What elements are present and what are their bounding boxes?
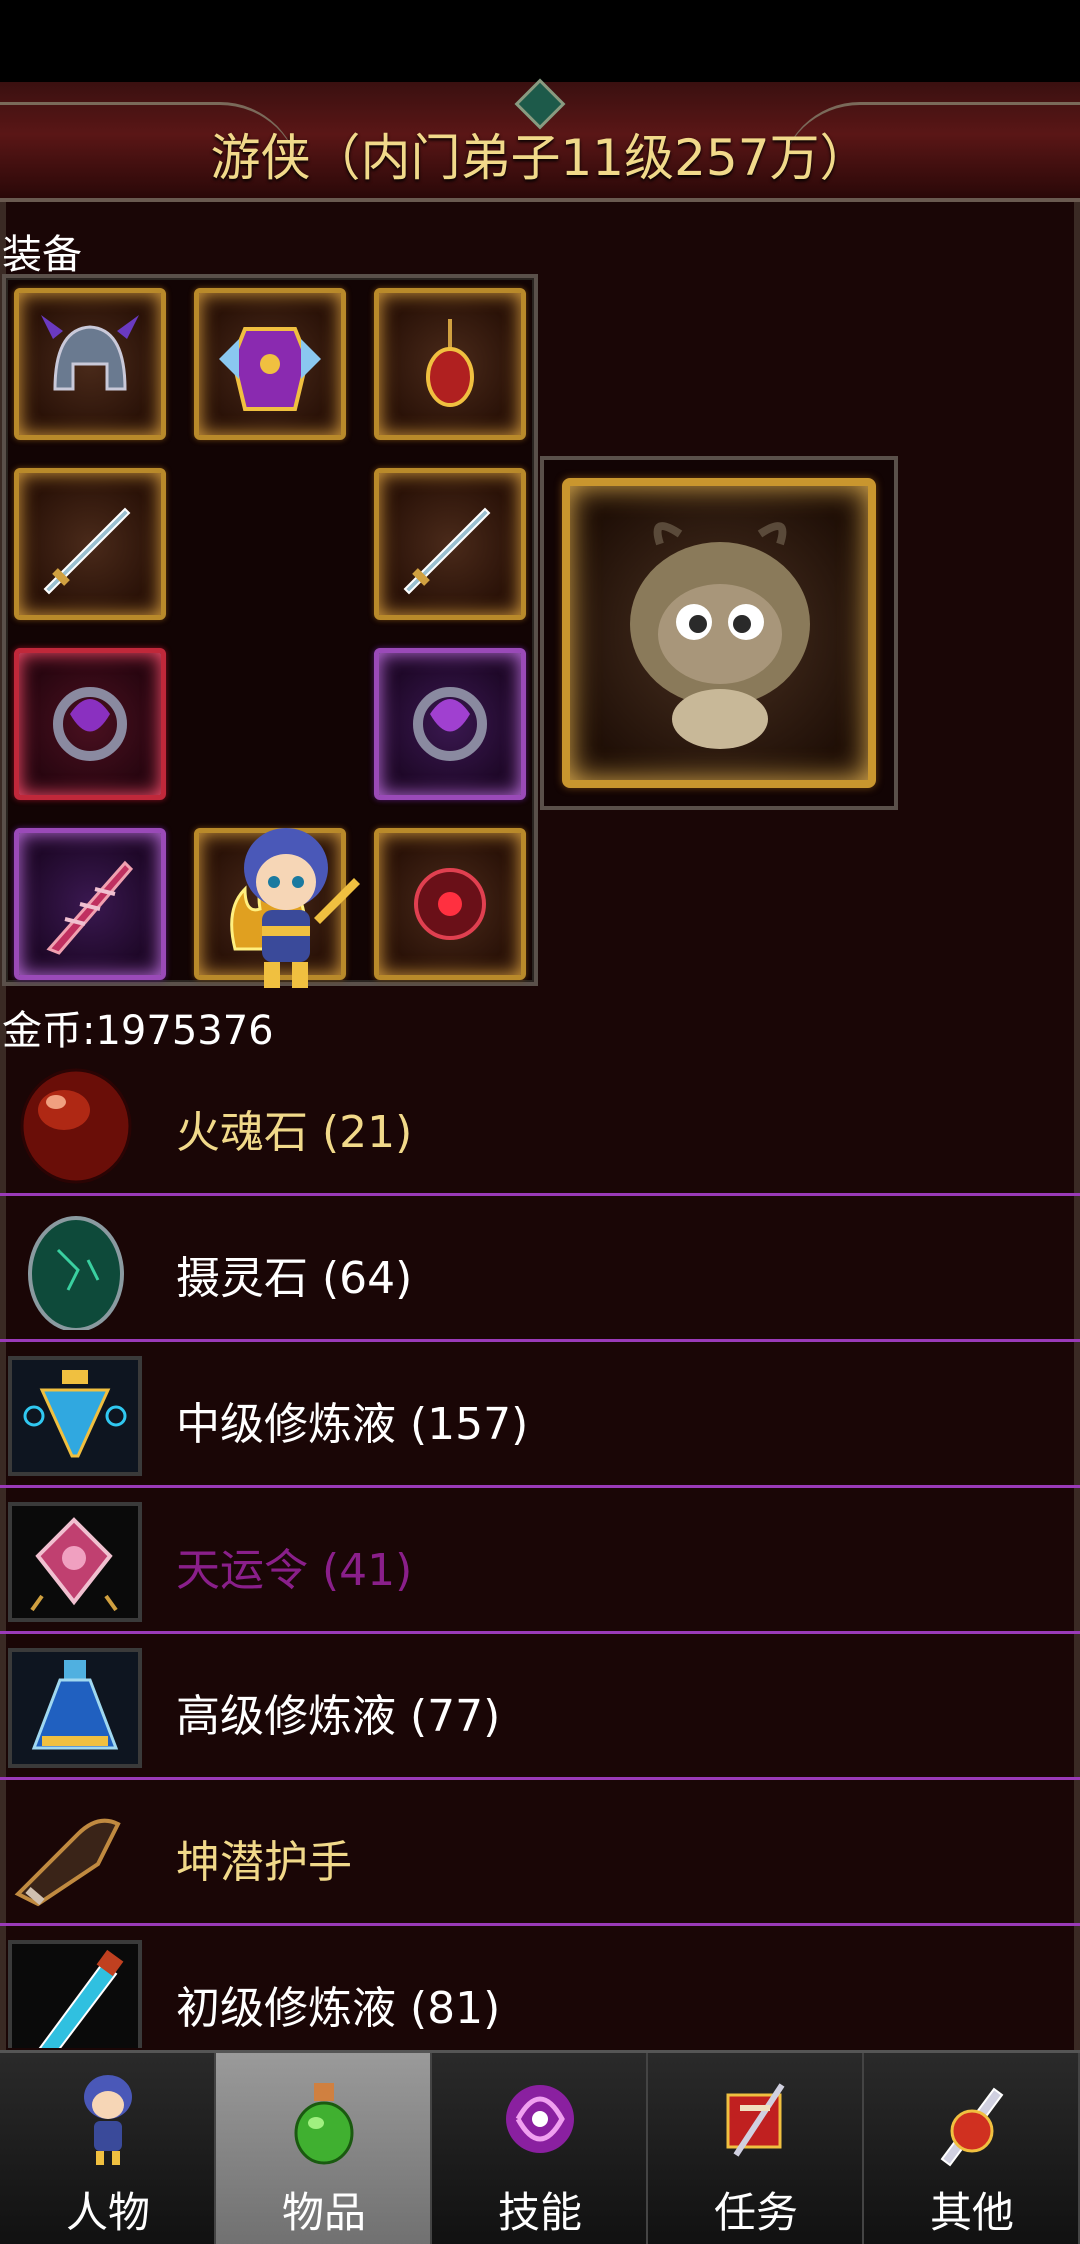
armor-icon	[219, 327, 321, 411]
item-list[interactable]: 火魂石 (21) 摄灵石 (64) 中级修炼液 (157) 天运令 (41) 高…	[0, 1050, 1080, 2048]
token-icon	[30, 1517, 118, 1612]
tab-label: 人物	[65, 2188, 150, 2237]
tab-other[interactable]: 其他	[864, 2053, 1080, 2244]
item-name: 中级修炼液 (157)	[176, 1399, 529, 1450]
ring-icon	[53, 687, 127, 761]
fire-stone-icon	[20, 1068, 132, 1184]
gold-amount: 金币:1975376	[2, 1008, 274, 1054]
tab-label: 物品	[281, 2188, 366, 2237]
pet-slot[interactable]	[562, 478, 876, 788]
equipment-grid	[2, 274, 538, 988]
list-item[interactable]: 摄灵石 (64)	[0, 1196, 1080, 1342]
quest-icon	[726, 2083, 785, 2157]
tab-character[interactable]: 人物	[0, 2053, 216, 2244]
bottom-tab-bar: 人物 物品 技能 任务 其他	[0, 2050, 1080, 2244]
sword-icon	[43, 507, 131, 595]
list-item[interactable]: 天运令 (41)	[0, 1488, 1080, 1634]
slot-orb[interactable]	[374, 828, 526, 980]
gauntlet-icon	[14, 1818, 121, 1907]
soul-stone-icon	[28, 1216, 124, 1330]
status-bar	[0, 0, 1080, 82]
slot-amulet[interactable]	[374, 288, 526, 440]
orb-icon	[414, 868, 486, 940]
bag-icon	[294, 2083, 354, 2165]
slot-blade[interactable]	[14, 828, 166, 980]
tab-items[interactable]: 物品	[216, 2053, 432, 2244]
potion-icon	[31, 1660, 119, 1750]
item-name: 坤潜护手	[176, 1837, 352, 1888]
slot-armor[interactable]	[194, 288, 346, 440]
skill-icon	[506, 2085, 574, 2153]
equipment-label: 装备	[2, 232, 82, 278]
character-title: 游侠（内门弟子11级257万）	[210, 129, 870, 187]
pet-bear-icon	[630, 522, 810, 749]
tab-label: 其他	[929, 2188, 1014, 2237]
list-item[interactable]: 火魂石 (21)	[0, 1050, 1080, 1196]
slot-ring-right[interactable]	[374, 648, 526, 800]
item-icon-frame	[8, 1940, 142, 2048]
item-icon-frame	[8, 1356, 142, 1476]
list-item[interactable]: 中级修炼液 (157)	[0, 1342, 1080, 1488]
tab-quests[interactable]: 任务	[648, 2053, 864, 2244]
item-name: 高级修炼液 (77)	[176, 1691, 501, 1742]
item-icon-frame	[8, 1502, 142, 1622]
item-name: 初级修炼液 (81)	[176, 1983, 501, 2034]
amulet-icon	[426, 319, 474, 407]
pet-frame[interactable]	[540, 456, 898, 810]
character-icon	[84, 2075, 132, 2165]
item-icon-frame	[8, 1648, 142, 1768]
tab-label: 技能	[497, 2188, 582, 2237]
blade-icon	[46, 860, 134, 955]
potion-icon	[23, 1370, 127, 1458]
slot-weapon-left[interactable]	[14, 468, 166, 620]
list-item[interactable]: 高级修炼液 (77)	[0, 1634, 1080, 1780]
character-avatar-icon	[244, 828, 360, 988]
sword-icon	[403, 507, 491, 595]
helmet-icon	[41, 315, 139, 391]
tab-skills[interactable]: 技能	[432, 2053, 648, 2244]
list-item[interactable]: 坤潜护手	[0, 1780, 1080, 1926]
ring-icon	[413, 687, 487, 761]
slot-weapon-right[interactable]	[374, 468, 526, 620]
tab-label: 任务	[713, 2188, 798, 2237]
slot-ring-left[interactable]	[14, 648, 166, 800]
item-name: 摄灵石 (64)	[176, 1253, 413, 1304]
vial-icon	[38, 1949, 124, 2048]
other-icon	[940, 2087, 1004, 2167]
item-name: 火魂石 (21)	[176, 1107, 413, 1158]
list-item[interactable]: 初级修炼液 (81)	[0, 1926, 1080, 2048]
item-name: 天运令 (41)	[176, 1545, 413, 1596]
slot-helmet[interactable]	[14, 288, 166, 440]
